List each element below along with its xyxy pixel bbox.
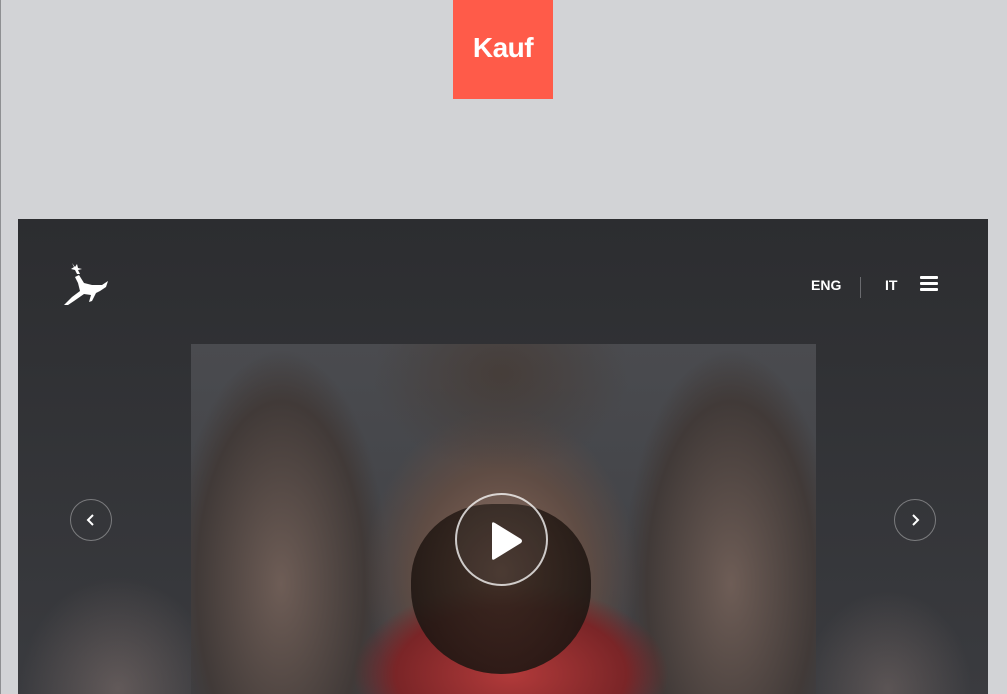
brand-badge[interactable]: Kauf [453, 0, 553, 99]
hamburger-menu-icon[interactable] [920, 276, 938, 292]
play-icon [492, 522, 522, 560]
chevron-right-icon [912, 514, 920, 526]
chevron-left-icon [86, 514, 94, 526]
language-option-it[interactable]: IT [885, 277, 897, 293]
carousel-next-button[interactable] [894, 499, 936, 541]
deer-leaping-icon[interactable] [62, 261, 110, 307]
carousel-prev-button[interactable] [70, 499, 112, 541]
language-separator [860, 277, 861, 298]
play-video-button[interactable] [455, 493, 548, 586]
hero-section: ENG IT [18, 219, 988, 694]
brand-badge-text: Kauf [472, 31, 534, 63]
page-left-border [0, 0, 1, 694]
language-option-eng[interactable]: ENG [811, 277, 841, 293]
